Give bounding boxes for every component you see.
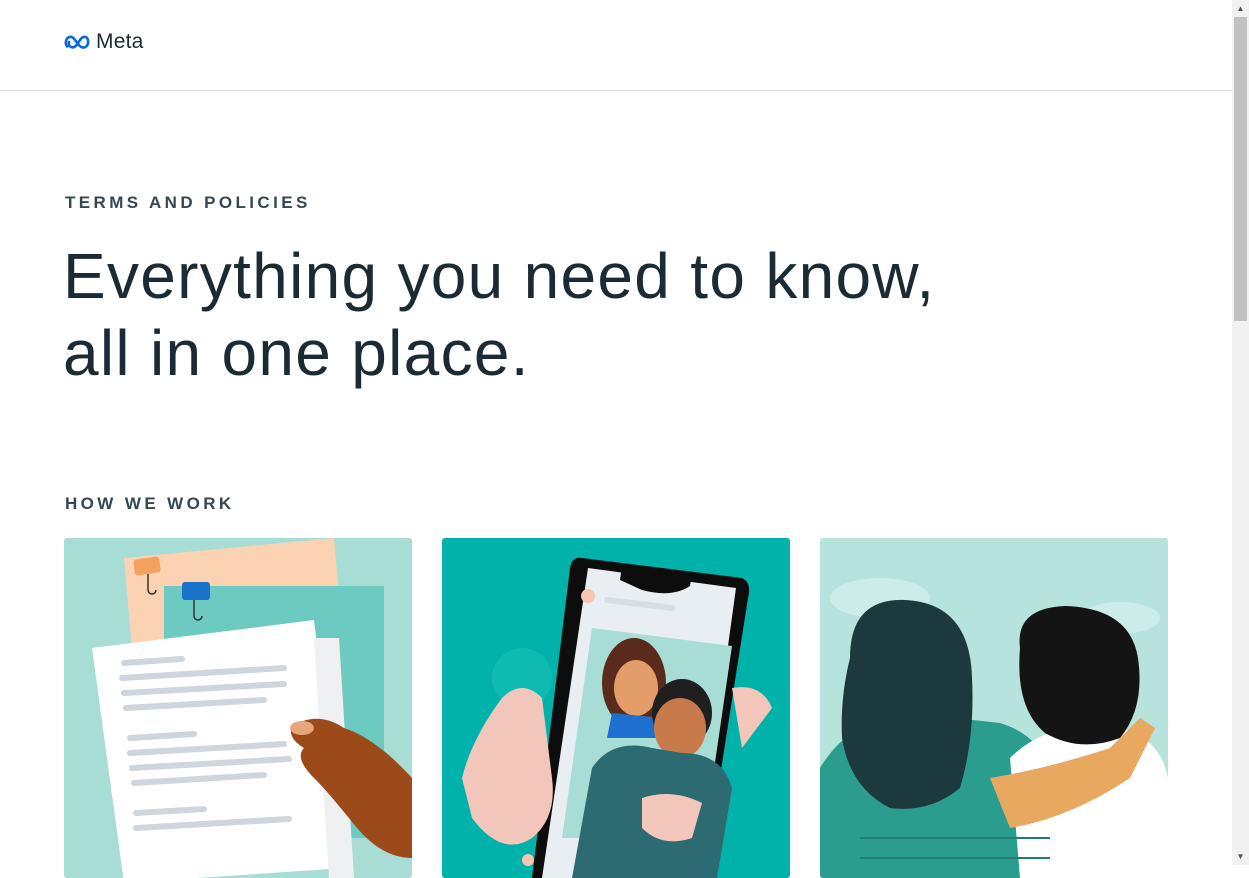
headline-line-2: all in one place. (63, 317, 530, 389)
scroll-up-arrow-icon[interactable]: ▲ (1232, 0, 1249, 17)
headline-line-1: Everything you need to know, (63, 240, 936, 312)
meta-logo-link[interactable]: Meta (64, 30, 144, 54)
phone-selfie-illustration (442, 538, 790, 878)
vertical-scrollbar[interactable]: ▲ ▼ (1232, 0, 1249, 865)
scrollbar-thumb[interactable] (1234, 17, 1247, 321)
how-we-work-heading: HOW WE WORK (65, 494, 235, 513)
card-phone-selfie[interactable] (442, 538, 790, 878)
card-two-friends[interactable] (820, 538, 1168, 878)
meta-infinity-icon (64, 35, 90, 49)
terms-eyebrow: TERMS AND POLICIES (65, 193, 311, 212)
logo-wordmark: Meta (96, 30, 144, 53)
card-documents[interactable] (64, 538, 412, 878)
page-headline: Everything you need to know, all in one … (63, 238, 1063, 392)
two-friends-illustration (820, 538, 1168, 878)
scroll-down-arrow-icon[interactable]: ▼ (1232, 848, 1249, 865)
site-header: Meta (0, 0, 1232, 91)
documents-illustration (64, 538, 412, 878)
